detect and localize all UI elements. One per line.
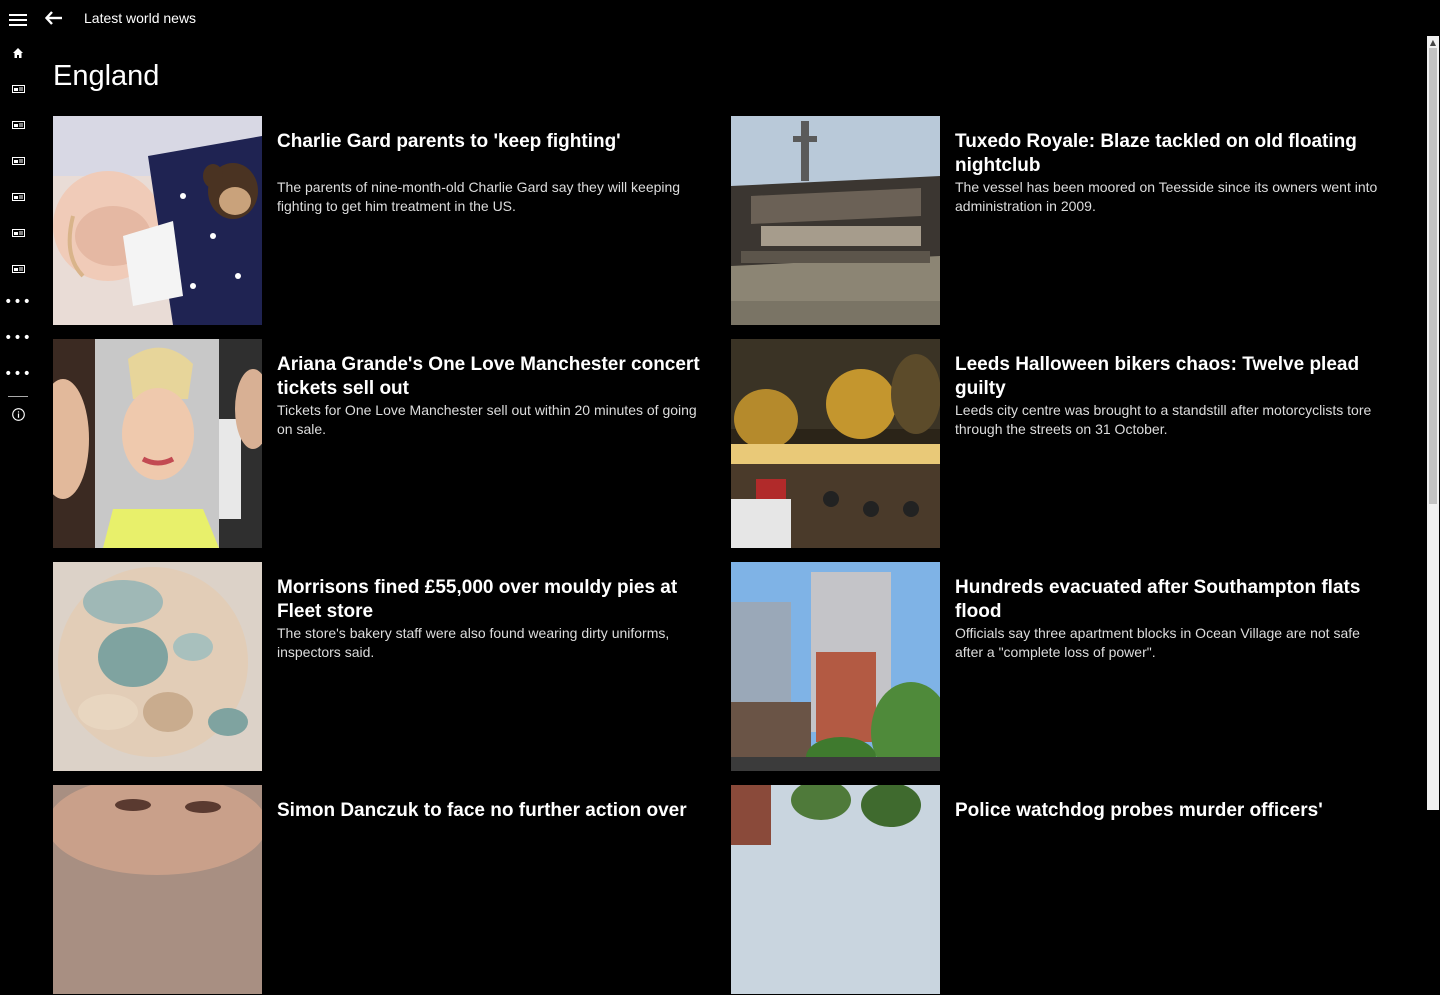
- news-icon: [11, 229, 25, 237]
- more-icon: •••: [4, 366, 32, 382]
- article-title: Charlie Gard parents to 'keep fighting': [277, 131, 621, 152]
- article-description: The store's bakery staff were also found…: [277, 625, 670, 660]
- hamburger-icon: [9, 13, 27, 27]
- article-card[interactable]: Morrisons fined £55,000 over mouldy pies…: [53, 562, 713, 772]
- news-icon: [11, 265, 25, 273]
- article-description: Officials say three apartment blocks in …: [955, 625, 1360, 660]
- scroll-thumb[interactable]: [1429, 48, 1437, 504]
- article-card[interactable]: Hundreds evacuated after Southampton fla…: [731, 562, 1391, 772]
- article-description: The parents of nine-month-old Charlie Ga…: [277, 179, 681, 214]
- article-description: The vessel has been moored on Teesside s…: [955, 179, 1378, 214]
- nav-more-item-2[interactable]: •••: [0, 323, 36, 359]
- back-button[interactable]: [40, 4, 68, 32]
- nav-rail: ••• ••• •••: [0, 0, 36, 810]
- article-card[interactable]: Simon Danczuk to face no further action …: [53, 785, 713, 995]
- section-title: England: [53, 60, 160, 92]
- app-title: Latest world news: [84, 10, 197, 26]
- article-title: Hundreds evacuated after Southampton fla…: [955, 577, 1361, 622]
- nav-news-item-2[interactable]: [0, 107, 36, 143]
- article-thumbnail: [53, 116, 262, 325]
- article-description: Leeds city centre was brought to a stand…: [955, 402, 1372, 437]
- article-card[interactable]: Charlie Gard parents to 'keep fighting' …: [53, 116, 713, 326]
- nav-more-item-1[interactable]: •••: [0, 287, 36, 323]
- more-icon: •••: [4, 330, 32, 346]
- article-title: Morrisons fined £55,000 over mouldy pies…: [277, 577, 678, 622]
- home-icon: [13, 48, 23, 58]
- article-title: Leeds Halloween bikers chaos: Twelve ple…: [955, 354, 1360, 399]
- article-title: Tuxedo Royale: Blaze tackled on old floa…: [955, 131, 1357, 176]
- about-button[interactable]: [0, 396, 36, 432]
- home-button[interactable]: [0, 35, 36, 71]
- article-card[interactable]: Ariana Grande's One Love Manchester conc…: [53, 339, 713, 549]
- article-title: Ariana Grande's One Love Manchester conc…: [277, 354, 700, 399]
- article-card[interactable]: Tuxedo Royale: Blaze tackled on old floa…: [731, 116, 1391, 326]
- scroll-up-arrow-icon[interactable]: ▲: [1427, 36, 1439, 48]
- info-icon: [11, 407, 25, 421]
- nav-more-item-3[interactable]: •••: [0, 359, 36, 395]
- nav-news-item-3[interactable]: [0, 143, 36, 179]
- article-card[interactable]: Leeds Halloween bikers chaos: Twelve ple…: [731, 339, 1391, 549]
- article-description: Tickets for One Love Manchester sell out…: [277, 402, 697, 437]
- article-thumbnail: [731, 785, 940, 994]
- news-icon: [11, 157, 25, 165]
- article-card[interactable]: Police watchdog probes murder officers': [731, 785, 1391, 995]
- article-title: Police watchdog probes murder officers': [955, 800, 1323, 821]
- nav-news-item-1[interactable]: [0, 71, 36, 107]
- nav-news-item-4[interactable]: [0, 179, 36, 215]
- nav-news-item-6[interactable]: [0, 251, 36, 287]
- nav-news-item-5[interactable]: [0, 215, 36, 251]
- article-title: Simon Danczuk to face no further action …: [277, 800, 687, 821]
- article-thumbnail: [53, 339, 262, 548]
- article-thumbnail: [731, 116, 940, 325]
- article-thumbnail: [53, 562, 262, 771]
- article-thumbnail: [731, 562, 940, 771]
- article-thumbnail: [53, 785, 262, 994]
- more-icon: •••: [4, 294, 32, 310]
- vertical-scrollbar[interactable]: ▲: [1427, 36, 1439, 810]
- hamburger-menu-button[interactable]: [0, 2, 36, 38]
- news-icon: [11, 85, 25, 93]
- news-icon: [11, 121, 25, 129]
- article-thumbnail: [731, 339, 940, 548]
- news-icon: [11, 193, 25, 201]
- back-arrow-icon: [45, 11, 62, 25]
